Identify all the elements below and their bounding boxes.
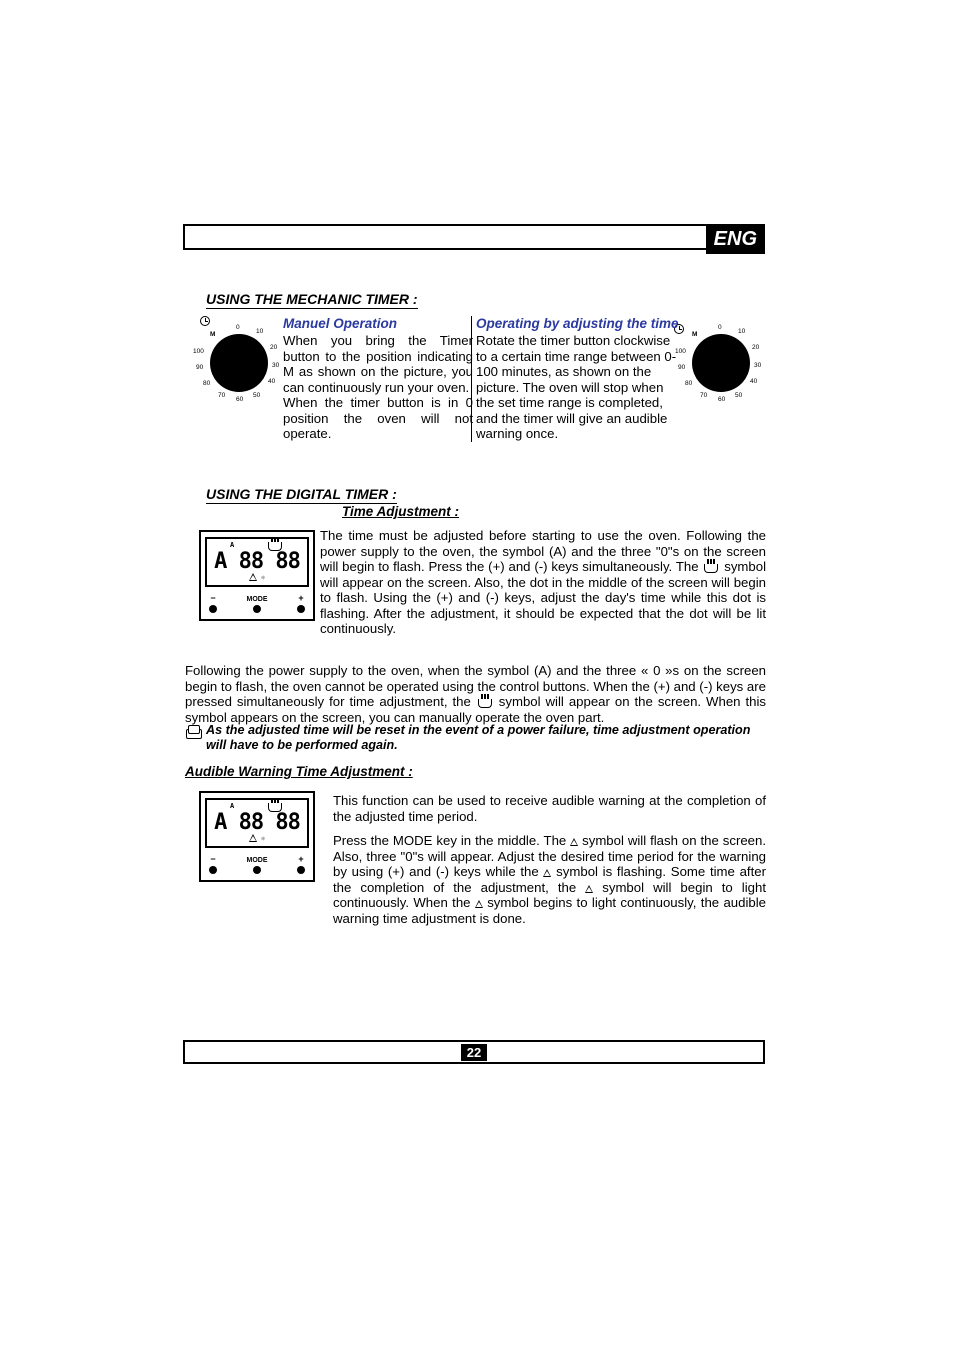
tick-M: M xyxy=(210,331,215,338)
tick-60: 60 xyxy=(236,396,243,403)
mode-button: MODE xyxy=(247,857,268,874)
digital-timer-figure: A A 88 88 ☼ − MODE + xyxy=(199,530,315,621)
bell-icon xyxy=(249,573,257,581)
tick-50: 50 xyxy=(735,392,742,399)
tick-50: 50 xyxy=(253,392,260,399)
time-adjustment-heading: Time Adjustment : xyxy=(342,504,459,519)
tick-0: 0 xyxy=(236,324,240,331)
page-footer-bar: 22 xyxy=(183,1040,765,1064)
tick-90: 90 xyxy=(196,364,203,371)
section-digital-timer-heading: USING THE DIGITAL TIMER : xyxy=(206,486,397,504)
manual-operation-text: When you bring the Timer button to the p… xyxy=(283,333,473,442)
bell-icon xyxy=(249,834,257,842)
audible-text-1: This function can be used to receive aud… xyxy=(333,793,766,824)
tick-70: 70 xyxy=(218,392,225,399)
pot-icon xyxy=(704,564,718,573)
time-adjustment-text: The time must be adjusted before startin… xyxy=(320,528,766,637)
tick-M: M xyxy=(692,331,697,338)
top-border-bar: ENG xyxy=(183,224,765,250)
dot-icon xyxy=(253,605,261,613)
section-mechanic-timer-heading: USING THE MECHANIC TIMER : xyxy=(206,291,418,309)
tick-30: 30 xyxy=(272,362,279,369)
followup-text: Following the power supply to the oven, … xyxy=(185,663,766,725)
tick-20: 20 xyxy=(270,344,277,351)
note-row: As the adjusted time will be reset in th… xyxy=(186,723,766,753)
minus-button: − xyxy=(209,854,217,874)
dot-icon xyxy=(209,866,217,874)
adjust-time-heading: Operating by adjusting the time xyxy=(476,316,679,331)
tick-100: 100 xyxy=(193,348,204,355)
note-text: As the adjusted time will be reset in th… xyxy=(206,723,766,753)
minus-label: − xyxy=(210,854,215,864)
audible-text-2: Press the MODE key in the middle. The sy… xyxy=(333,833,766,926)
language-badge: ENG xyxy=(706,224,765,254)
plus-label: + xyxy=(298,593,303,603)
tick-80: 80 xyxy=(685,380,692,387)
tick-80: 80 xyxy=(203,380,210,387)
lcd-digits: A 88 88 xyxy=(214,812,300,834)
lcd-digits: A 88 88 xyxy=(214,551,300,573)
minus-button: − xyxy=(209,593,217,613)
triangle-icon xyxy=(570,838,578,846)
dot-icon xyxy=(209,605,217,613)
digital-timer-figure-2: A A 88 88 ☼ − MODE + xyxy=(199,791,315,882)
mechanic-timer-dial-figure: 0 10 20 30 40 50 60 70 80 90 100 M xyxy=(196,316,281,392)
audible-warning-heading: Audible Warning Time Adjustment : xyxy=(185,764,413,779)
tick-40: 40 xyxy=(750,378,757,385)
tick-40: 40 xyxy=(268,378,275,385)
plus-button: + xyxy=(297,593,305,613)
mode-button: MODE xyxy=(247,596,268,613)
clock-icon xyxy=(200,316,210,326)
tick-10: 10 xyxy=(256,328,263,335)
dot-icon xyxy=(253,866,261,874)
plus-button: + xyxy=(297,854,305,874)
button-row: − MODE + xyxy=(205,854,309,874)
tick-60: 60 xyxy=(718,396,725,403)
minus-label: − xyxy=(210,593,215,603)
tick-10: 10 xyxy=(738,328,745,335)
mode-label: MODE xyxy=(247,857,268,864)
button-row: − MODE + xyxy=(205,593,309,613)
page-number: 22 xyxy=(461,1044,487,1061)
note-icon xyxy=(186,725,200,735)
tick-70: 70 xyxy=(700,392,707,399)
adjust-timer-dial-figure: 0 10 20 30 40 50 60 70 80 90 100 M xyxy=(678,330,763,392)
dot-icon xyxy=(297,605,305,613)
triangle-icon xyxy=(585,885,593,893)
pot-icon xyxy=(268,803,282,812)
plus-label: + xyxy=(298,854,303,864)
dial-ticks: 0 10 20 30 40 50 60 70 80 90 100 M xyxy=(196,334,281,392)
pot-icon xyxy=(478,699,492,708)
pot-icon xyxy=(268,542,282,551)
tick-30: 30 xyxy=(754,362,761,369)
mode-label: MODE xyxy=(247,596,268,603)
lcd-icons: A A 88 88 ☼ xyxy=(214,542,300,582)
tick-0: 0 xyxy=(718,324,722,331)
lcd-screen: A A 88 88 ☼ xyxy=(205,798,309,848)
tick-20: 20 xyxy=(752,344,759,351)
dial-ticks: 0 10 20 30 40 50 60 70 80 90 100 M xyxy=(678,334,763,392)
dot-icon xyxy=(297,866,305,874)
lcd-icons: A A 88 88 ☼ xyxy=(214,803,300,843)
triangle-icon xyxy=(543,869,551,877)
triangle-icon xyxy=(475,900,483,908)
adjust-time-text: Rotate the timer button clockwise to a c… xyxy=(476,333,684,442)
manual-operation-heading: Manuel Operation xyxy=(283,316,397,331)
lcd-screen: A A 88 88 ☼ xyxy=(205,537,309,587)
